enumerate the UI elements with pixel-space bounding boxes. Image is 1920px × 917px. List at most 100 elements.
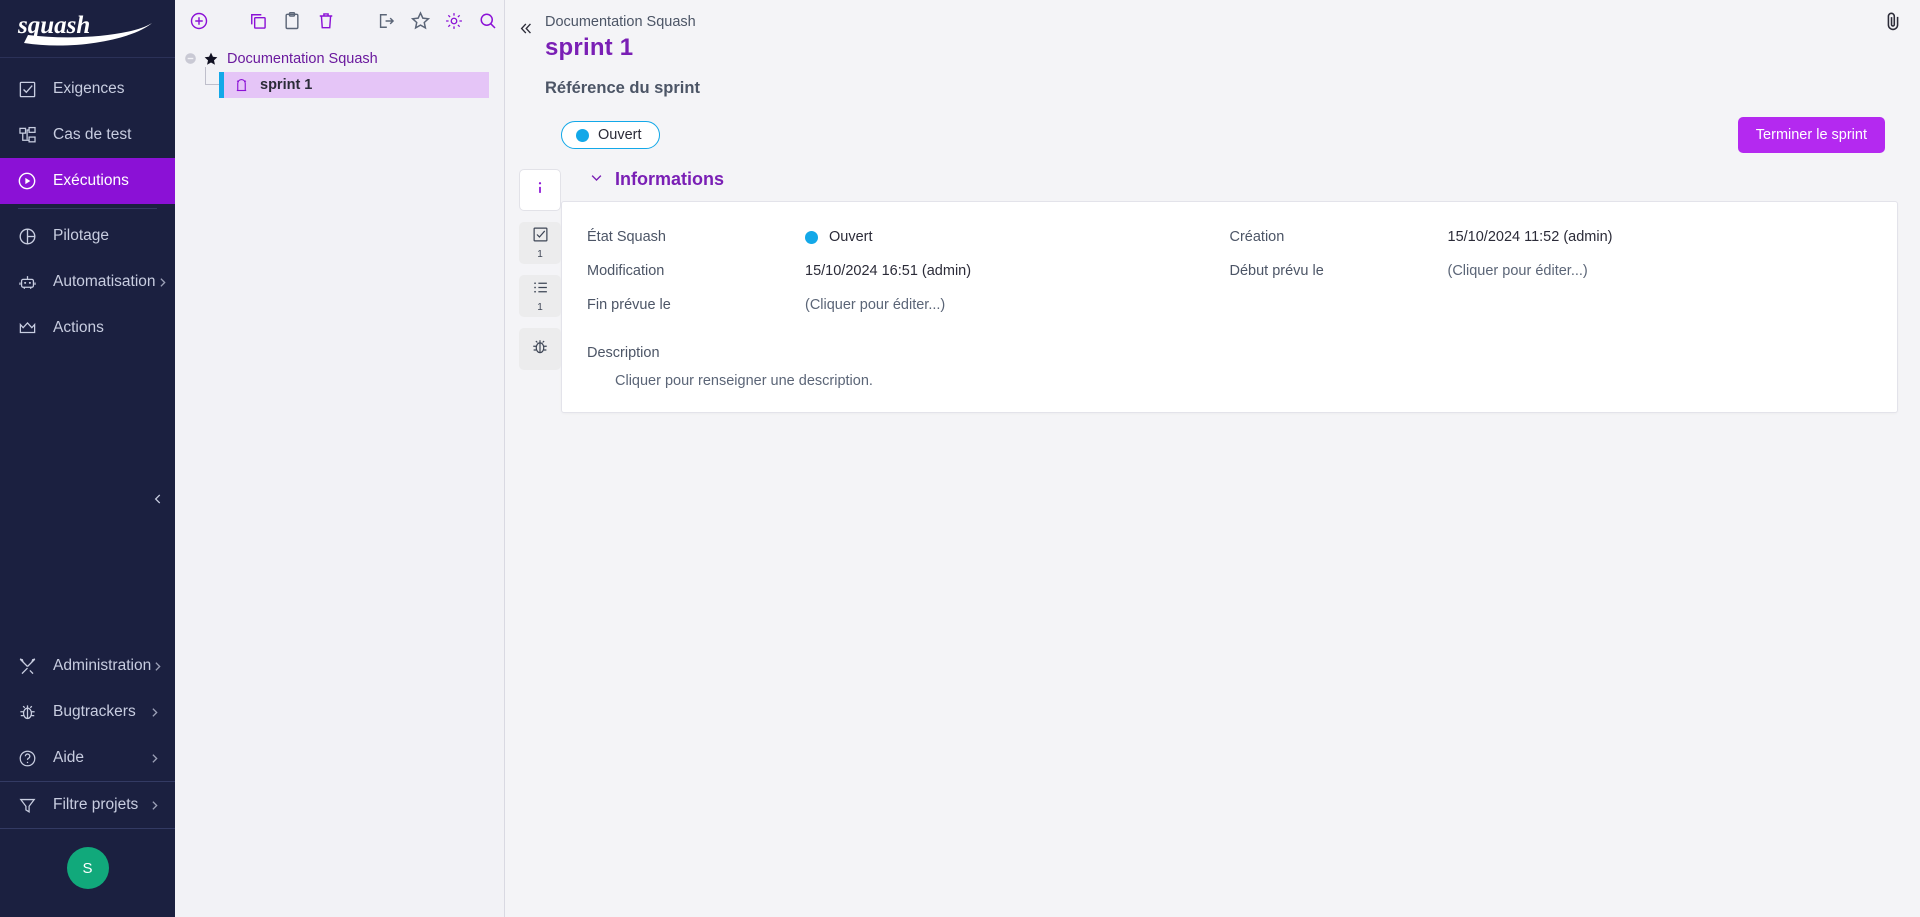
- information-panel: Informations État Squash Ouvert Modifica…: [561, 169, 1898, 413]
- tab-list[interactable]: 1: [519, 275, 561, 317]
- field-label: Début prévu le: [1229, 263, 1324, 279]
- status-badge[interactable]: Ouvert: [561, 121, 660, 149]
- field-label: Fin prévue le: [587, 297, 671, 313]
- star-icon[interactable]: [405, 4, 436, 37]
- funnel-icon: [14, 796, 40, 815]
- information-card: État Squash Ouvert Modification 15/10/20…: [561, 201, 1898, 413]
- tab-count: 1: [537, 302, 543, 313]
- tab-information[interactable]: [519, 169, 561, 211]
- field-value: Ouvert: [805, 229, 873, 245]
- field-value: 15/10/2024 11:52 (admin): [1447, 229, 1613, 245]
- paste-icon[interactable]: [277, 4, 308, 37]
- delete-icon[interactable]: [311, 4, 342, 37]
- squash-logo[interactable]: squash: [0, 0, 175, 58]
- chevron-right-icon: [148, 706, 161, 719]
- status-row: Ouvert Terminer le sprint: [561, 117, 1920, 153]
- sidebar-bottom-group: Administration Bugtrackers Aide Filtre p…: [0, 643, 175, 917]
- sidebar-item-label: Bugtrackers: [53, 703, 136, 720]
- terminer-le-sprint-button[interactable]: Terminer le sprint: [1737, 117, 1885, 153]
- sidebar-item-bugtrackers[interactable]: Bugtrackers: [0, 689, 175, 735]
- chevron-right-icon: [148, 799, 161, 812]
- tree-row-root[interactable]: Documentation Squash: [175, 45, 504, 72]
- test-case-tree-icon: [14, 126, 40, 145]
- panel-collapse-button[interactable]: [505, 10, 545, 98]
- favorite-star-icon: [203, 51, 219, 67]
- field-creation: Création 15/10/2024 11:52 (admin): [1230, 223, 1873, 251]
- sidebar-item-actions[interactable]: Actions: [0, 305, 175, 351]
- page-header-text: Documentation Squash sprint 1 Référence …: [545, 10, 700, 98]
- main-sidebar: squash Exigences Cas de test Exécutions …: [0, 0, 175, 917]
- help-circle-icon: [14, 749, 40, 768]
- field-value-text: Ouvert: [829, 229, 873, 245]
- avatar[interactable]: S: [66, 847, 109, 889]
- sidebar-item-label: Cas de test: [53, 126, 132, 143]
- sidebar-collapse-button[interactable]: [147, 488, 169, 510]
- informations-section-header[interactable]: Informations: [561, 169, 1898, 190]
- sidebar-item-automatisation[interactable]: Automatisation: [0, 259, 175, 305]
- field-value: 15/10/2024 16:51 (admin): [805, 263, 972, 279]
- tree-panel: Documentation Squash sprint 1: [175, 0, 505, 917]
- field-fin-prevue-le: Fin prévue le (Cliquer pour éditer...): [587, 291, 1230, 319]
- field-label: État Squash: [587, 229, 666, 245]
- tree-body: Documentation Squash sprint 1: [175, 41, 504, 917]
- copy-icon[interactable]: [243, 4, 274, 37]
- fields-column-left: État Squash Ouvert Modification 15/10/20…: [587, 223, 1230, 325]
- sidebar-item-label: Exécutions: [53, 172, 129, 189]
- paperclip-icon[interactable]: [1882, 10, 1904, 37]
- svg-text:squash: squash: [17, 12, 90, 39]
- sidebar-item-pilotage[interactable]: Pilotage: [0, 213, 175, 259]
- sidebar-item-cas-de-test[interactable]: Cas de test: [0, 112, 175, 158]
- field-value-editable[interactable]: (Cliquer pour éditer...): [1448, 263, 1588, 279]
- sidebar-item-label: Automatisation: [53, 273, 156, 290]
- play-circle-icon: [14, 171, 40, 191]
- tree-connector: [205, 67, 219, 85]
- sidebar-item-executions[interactable]: Exécutions: [0, 158, 175, 204]
- list-icon: [532, 279, 549, 301]
- sidebar-item-label: Filtre projets: [53, 796, 139, 813]
- sidebar-item-filtre-projets[interactable]: Filtre projets: [0, 782, 175, 828]
- sidebar-divider: [18, 208, 157, 209]
- description-label: Description: [587, 345, 660, 361]
- checkbox-icon: [532, 226, 549, 248]
- status-dot-icon: [576, 128, 589, 142]
- export-icon[interactable]: [371, 4, 402, 37]
- tree-item-label: sprint 1: [260, 77, 313, 93]
- bug-icon: [14, 703, 40, 722]
- field-label: Création: [1229, 229, 1285, 245]
- description-value[interactable]: Cliquer pour renseigner une description.: [587, 373, 1872, 389]
- breadcrumb: Documentation Squash: [545, 14, 696, 30]
- chevron-down-icon: [589, 169, 604, 190]
- tab-count: 1: [537, 249, 543, 260]
- collapse-toggle-icon[interactable]: [181, 50, 199, 68]
- sidebar-item-label: Exigences: [53, 80, 125, 97]
- page-subtitle: Référence du sprint: [545, 79, 700, 97]
- field-etat-squash: État Squash Ouvert: [587, 223, 1230, 251]
- bug-icon: [531, 338, 549, 361]
- field-value-editable[interactable]: (Cliquer pour éditer...): [805, 297, 945, 313]
- main-content: Documentation Squash sprint 1 Référence …: [505, 0, 1920, 917]
- informations-title: Informations: [615, 169, 725, 189]
- tree-root-label: Documentation Squash: [227, 50, 378, 67]
- search-icon[interactable]: [473, 4, 504, 37]
- field-debut-prevu-le: Début prévu le (Cliquer pour éditer...): [1230, 257, 1873, 285]
- pie-chart-icon: [14, 227, 40, 246]
- sidebar-item-label: Aide: [53, 749, 85, 766]
- crown-icon: [14, 319, 40, 338]
- page-header: Documentation Squash sprint 1 Référence …: [505, 0, 1920, 98]
- tree-toolbar: [175, 0, 504, 41]
- fields-column-right: Création 15/10/2024 11:52 (admin) Début …: [1230, 223, 1873, 325]
- tab-test-plan[interactable]: 1: [519, 222, 561, 264]
- sidebar-item-exigences[interactable]: Exigences: [0, 66, 175, 112]
- sidebar-item-administration[interactable]: Administration: [0, 643, 175, 689]
- info-icon: [531, 179, 549, 202]
- field-modification: Modification 15/10/2024 16:51 (admin): [587, 257, 1230, 285]
- sidebar-item-label: Actions: [53, 319, 104, 336]
- sidebar-item-aide[interactable]: Aide: [0, 735, 175, 781]
- tab-issues[interactable]: [519, 328, 561, 370]
- status-dot-icon: [805, 230, 818, 244]
- status-label: Ouvert: [598, 127, 642, 143]
- gear-icon[interactable]: [439, 4, 470, 37]
- tree-row-sprint-1[interactable]: sprint 1: [219, 72, 489, 98]
- chevron-right-icon: [156, 276, 169, 289]
- add-icon[interactable]: [183, 4, 214, 37]
